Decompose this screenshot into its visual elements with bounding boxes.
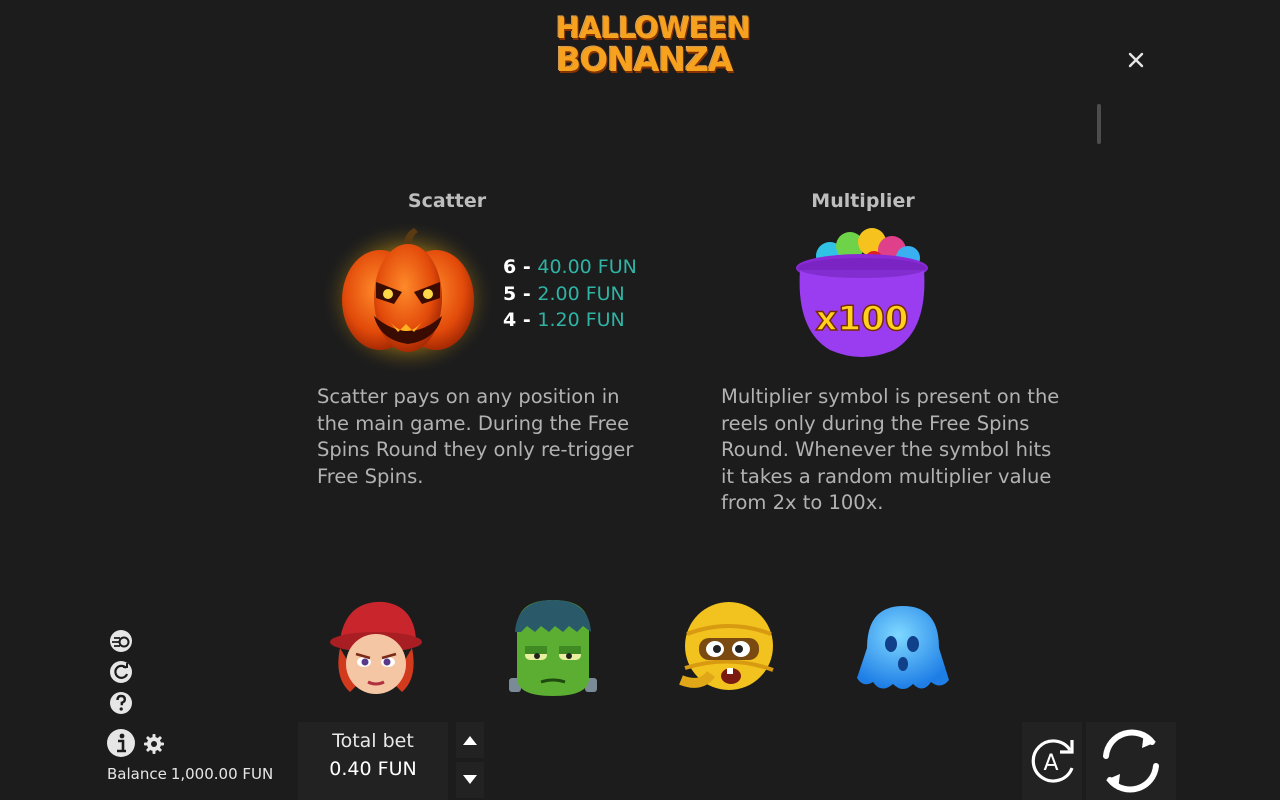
bet-decrease-button[interactable] — [456, 762, 484, 798]
pay-row: 6 - 40.00 FUN — [503, 254, 637, 281]
turbo-icon — [110, 630, 132, 652]
pay-amount: 40.00 FUN — [537, 256, 637, 278]
multiplier-title: Multiplier — [811, 190, 915, 212]
help-button[interactable] — [108, 690, 134, 716]
scatter-description: Scatter pays on any position in the main… — [317, 385, 634, 488]
game-logo: HALLOWEEN BONANZA — [556, 11, 751, 79]
balance-display: Balance 1,000.00 FUN — [107, 765, 277, 783]
total-bet-label: Total bet — [332, 730, 414, 752]
autoplay-icon — [110, 661, 132, 683]
balance-value: 1,000.00 FUN — [170, 765, 274, 783]
logo-line-2: BONANZA — [556, 40, 733, 79]
triangle-down-icon — [463, 775, 477, 784]
cauldron-multiplier-icon: x100 — [790, 226, 935, 366]
autoplay-cycle-icon: A — [1031, 739, 1074, 783]
pay-separator: - — [516, 309, 538, 331]
multiplier-badge: x100 — [816, 299, 909, 339]
balance-label: Balance — [107, 765, 167, 783]
turbo-spin-button[interactable] — [108, 628, 134, 654]
question-icon — [110, 692, 132, 714]
close-icon — [1128, 52, 1144, 68]
witch-icon — [326, 598, 426, 698]
scatter-title: Scatter — [407, 190, 487, 212]
info-icon — [107, 729, 135, 757]
pay-separator: - — [516, 282, 538, 305]
pay-amount: 1.20 FUN — [537, 309, 625, 331]
pay-count: 6 — [503, 256, 517, 278]
spin-icon — [1103, 729, 1159, 793]
total-bet-display: Total bet 0.40 FUN — [298, 722, 448, 800]
gear-icon — [144, 734, 164, 754]
settings-button[interactable] — [143, 733, 165, 755]
pay-count: 5 — [503, 282, 517, 305]
bet-increase-button[interactable] — [456, 722, 484, 758]
frankenstein-icon — [503, 598, 603, 698]
ghost-icon — [851, 598, 951, 698]
pay-amount: 2.00 FUN — [537, 282, 625, 305]
close-button[interactable] — [1124, 48, 1148, 72]
pay-row: 4 - 1.20 FUN — [503, 307, 637, 334]
paytable-scrollbar[interactable] — [1097, 104, 1101, 144]
multiplier-description: Multiplier symbol is present on the reel… — [721, 385, 1060, 514]
spin-button[interactable] — [1086, 722, 1176, 800]
autoplay-settings-button[interactable] — [108, 659, 134, 685]
scatter-pay-table: 6 - 40.00 FUN 5 - 2.00 FUN 4 - 1.20 FUN — [503, 254, 637, 334]
pumpkin-scatter-icon — [318, 220, 498, 380]
pay-count: 4 — [503, 309, 517, 331]
total-bet-value: 0.40 FUN — [329, 758, 417, 780]
info-button[interactable] — [106, 728, 136, 758]
pay-separator: - — [516, 256, 538, 278]
autoplay-button[interactable]: A — [1022, 722, 1082, 800]
triangle-up-icon — [463, 736, 477, 745]
autoplay-label: A — [1043, 751, 1058, 776]
pay-row: 5 - 2.00 FUN — [503, 281, 637, 308]
logo-line-1: HALLOWEEN — [556, 11, 751, 45]
mummy-icon — [677, 598, 777, 698]
